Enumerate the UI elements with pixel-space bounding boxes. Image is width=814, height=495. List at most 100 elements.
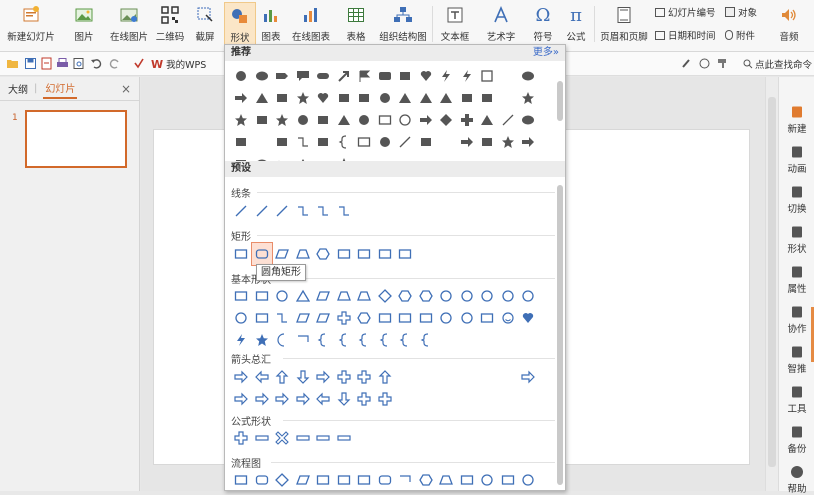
basic-shape-otrap-icon[interactable] xyxy=(354,285,375,307)
skin-icon[interactable] xyxy=(698,57,711,70)
audio-button[interactable]: 音频 xyxy=(772,2,806,46)
block-arrow-shape-ocross-icon[interactable] xyxy=(334,366,355,388)
recommended-shape-star-icon[interactable] xyxy=(293,87,314,109)
basic-shape-brace-icon[interactable] xyxy=(395,329,416,351)
recommended-shape-oval-icon[interactable] xyxy=(518,65,539,87)
basic-shape-ocirc-icon[interactable] xyxy=(477,285,498,307)
close-icon[interactable]: × xyxy=(121,82,131,96)
recommended-shape-plus-icon[interactable] xyxy=(457,109,478,131)
recommended-shape-tri-icon[interactable] xyxy=(252,87,273,109)
recommended-shape-tri-icon[interactable] xyxy=(395,87,416,109)
org-chart-button[interactable]: 组织结构图 xyxy=(376,2,430,46)
basic-shape-ocross-icon[interactable] xyxy=(334,307,355,329)
flowchart-shape-orrect-icon[interactable] xyxy=(252,469,273,491)
block-arrow-shape-curve-icon[interactable] xyxy=(498,366,519,388)
equation-shape-ominus-icon[interactable] xyxy=(252,427,273,449)
recommended-shape-flag-icon[interactable] xyxy=(354,65,375,87)
recommended-shape-callout-icon[interactable] xyxy=(293,65,314,87)
basic-shape-ocirc-icon[interactable] xyxy=(231,307,252,329)
basic-shape-orect-icon[interactable] xyxy=(231,285,252,307)
recommended-shape-star-icon[interactable] xyxy=(498,131,519,153)
basic-shape-brace-icon[interactable] xyxy=(334,329,355,351)
basic-shape-orect-icon[interactable] xyxy=(477,307,498,329)
flowchart-shape-orect-icon[interactable] xyxy=(457,469,478,491)
basic-shape-ohex-icon[interactable] xyxy=(416,285,437,307)
recommended-shape-star-icon[interactable] xyxy=(272,109,293,131)
recommended-shape-drop-icon[interactable] xyxy=(498,87,519,109)
line-shape-curve-icon[interactable] xyxy=(375,200,396,222)
basic-shape-orect-icon[interactable] xyxy=(252,285,273,307)
picture-button[interactable]: 图片 xyxy=(64,2,104,46)
block-arrow-shape-olarr-icon[interactable] xyxy=(313,388,334,410)
rectangle-shape-orrect-icon[interactable] xyxy=(250,242,273,266)
equation-shape-ocross-icon[interactable] xyxy=(231,427,252,449)
tab-outline[interactable]: 大纲 xyxy=(8,81,28,96)
recommended-shape-oval-icon[interactable] xyxy=(518,109,539,131)
recommended-shape-rarrow-icon[interactable] xyxy=(518,131,539,153)
recommended-shape-rect-icon[interactable] xyxy=(416,131,437,153)
flowchart-shape-ohex-icon[interactable] xyxy=(416,469,437,491)
rectangle-shape-orect-icon[interactable] xyxy=(334,243,355,265)
qrcode-button[interactable]: 二维码 xyxy=(153,2,187,46)
flowchart-shape-ocirc-icon[interactable] xyxy=(518,469,539,491)
block-arrow-shape-olarr-icon[interactable] xyxy=(252,366,273,388)
basic-shape-orect-icon[interactable] xyxy=(395,307,416,329)
date-time-button[interactable]: 日期和时间 xyxy=(655,28,716,42)
block-arrow-shape-curve-icon[interactable] xyxy=(395,366,416,388)
rightbar-item-properties[interactable]: 属性 xyxy=(779,265,814,295)
tab-slides[interactable]: 幻灯片 xyxy=(43,78,78,99)
rectangle-shape-orect-icon[interactable] xyxy=(395,243,416,265)
basic-shape-bolt-icon[interactable] xyxy=(231,329,252,351)
basic-shape-opar-icon[interactable] xyxy=(293,307,314,329)
basic-shape-orect-icon[interactable] xyxy=(375,307,396,329)
line-shape-curve-icon[interactable] xyxy=(416,200,437,222)
flowchart-shape-opar-icon[interactable] xyxy=(293,469,314,491)
flowchart-shape-orect-icon[interactable] xyxy=(354,469,375,491)
recommended-shape-star-icon[interactable] xyxy=(518,87,539,109)
recommended-shape-arrow-icon[interactable] xyxy=(334,65,355,87)
recommended-shape-rect-icon[interactable] xyxy=(395,65,416,87)
block-arrow-shape-ocross-icon[interactable] xyxy=(354,388,375,410)
rightbar-item-animation[interactable]: 动画 xyxy=(779,145,814,175)
recommended-shape-rarrow-icon[interactable] xyxy=(231,87,252,109)
recommended-shape-rect-icon[interactable] xyxy=(477,87,498,109)
shapes-button[interactable]: 形状 xyxy=(224,2,256,46)
recommended-shape-drop-icon[interactable] xyxy=(436,131,457,153)
flowchart-shape-orect-icon[interactable] xyxy=(334,469,355,491)
basic-shape-ocirc-icon[interactable] xyxy=(457,307,478,329)
recommended-shape-circle-icon[interactable] xyxy=(375,131,396,153)
recommended-shape-line-icon[interactable] xyxy=(395,131,416,153)
rectangle-shape-opar-icon[interactable] xyxy=(272,243,293,265)
recommended-shape-rarrow-icon[interactable] xyxy=(416,109,437,131)
export-pdf-icon[interactable] xyxy=(40,57,53,70)
recommended-shape-bolt-icon[interactable] xyxy=(457,65,478,87)
line-shape-curve-icon[interactable] xyxy=(354,200,375,222)
chart-button[interactable]: 图表 xyxy=(258,2,284,46)
recommended-shape-heart-icon[interactable] xyxy=(416,65,437,87)
block-arrow-shape-oarr-icon[interactable] xyxy=(518,366,539,388)
recommended-shape-drop-icon[interactable] xyxy=(498,65,519,87)
wordart-button[interactable]: 艺术字 xyxy=(479,2,523,46)
block-arrow-shape-oarr-icon[interactable] xyxy=(252,388,273,410)
basic-shape-orect-icon[interactable] xyxy=(416,307,437,329)
recommended-shape-orect-icon[interactable] xyxy=(354,131,375,153)
object-button[interactable]: 对象 xyxy=(725,5,757,19)
recommended-shape-bolt-icon[interactable] xyxy=(436,65,457,87)
block-arrow-shape-curve-icon[interactable] xyxy=(436,366,457,388)
recommended-shape-rect-icon[interactable] xyxy=(457,87,478,109)
block-arrow-shape-ocross-icon[interactable] xyxy=(354,366,375,388)
recommended-shape-rarrow-icon[interactable] xyxy=(457,131,478,153)
recommended-shape-rect-icon[interactable] xyxy=(334,87,355,109)
basic-shape-orect-icon[interactable] xyxy=(252,307,273,329)
basic-shape-heart-icon[interactable] xyxy=(518,307,539,329)
print-icon[interactable] xyxy=(56,57,69,70)
flowchart-shape-orect-icon[interactable] xyxy=(231,469,252,491)
basic-shape-moon-icon[interactable] xyxy=(272,329,293,351)
basic-shape-ohex-icon[interactable] xyxy=(395,285,416,307)
block-arrow-shape-ocross-icon[interactable] xyxy=(375,388,396,410)
recommended-shape-rect-icon[interactable] xyxy=(252,109,273,131)
basic-shape-ocirc-icon[interactable] xyxy=(436,307,457,329)
format-painter-icon[interactable] xyxy=(716,57,729,70)
basic-shape-ocirc-icon[interactable] xyxy=(436,285,457,307)
line-shape-curve-icon[interactable] xyxy=(395,200,416,222)
